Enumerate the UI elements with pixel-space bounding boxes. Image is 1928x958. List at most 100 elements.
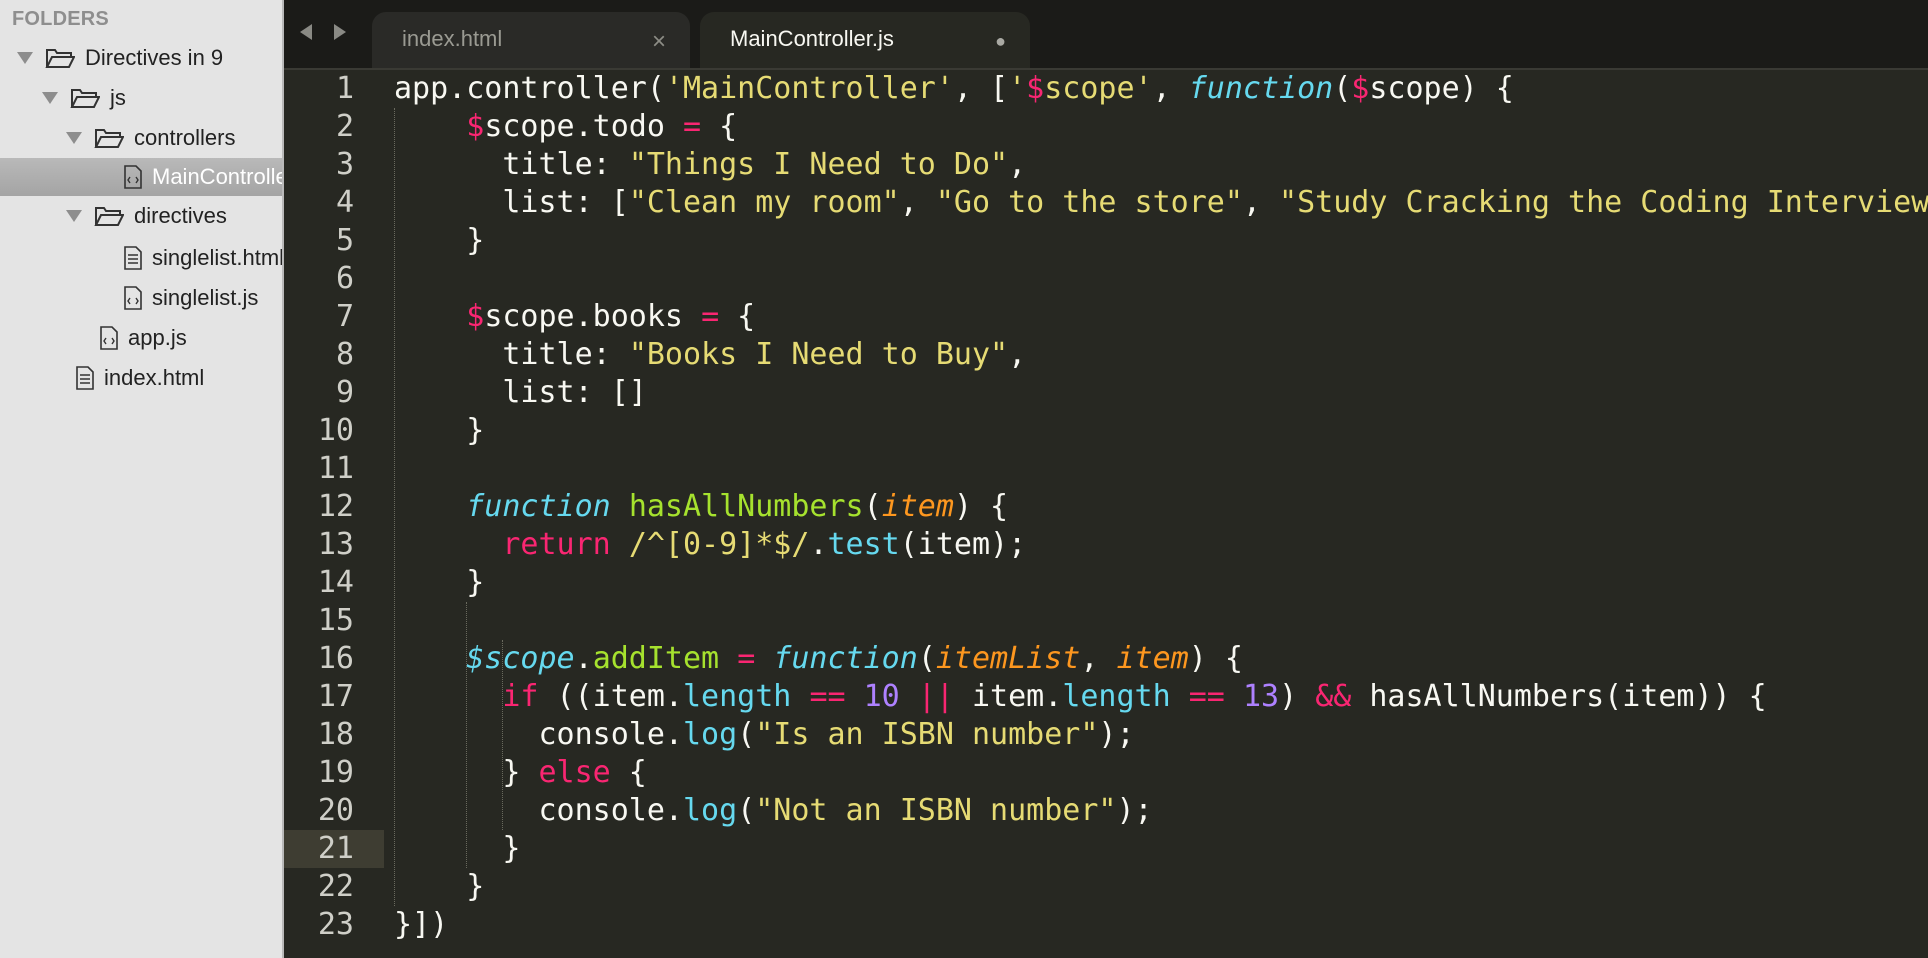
code-token: } [394,869,485,904]
code-token: , [899,185,936,220]
code-token: ) { [1188,641,1243,676]
code-line[interactable]: $scope.todo = { [394,108,737,146]
code-line[interactable]: } else { [394,754,647,792]
line-number: 23 [317,907,354,942]
disclosure-triangle-icon[interactable] [66,210,84,222]
code-line[interactable]: }]) [394,906,448,944]
line-number: 1 [335,71,354,106]
code-token: ( [863,489,882,524]
line-number-gutter: 1 2 3 4 5 6 7 8 9 10 11 12 13 14 15 16 17 18 19 20 21 22 23 [284,70,384,958]
code-editor[interactable]: 1 2 3 4 5 6 7 8 9 10 11 12 13 14 15 16 17 18 19 20 21 22 23 ap… [284,70,1928,958]
code-token: }]) [394,907,449,942]
code-line[interactable]: return /^[0-9]*$/.test(item); [394,526,1026,564]
code-token: . [809,527,828,562]
code-token: , [1008,337,1027,372]
nav-forward-icon[interactable] [332,24,346,45]
line-number: 6 [335,261,354,296]
line-number: 14 [317,565,354,600]
keyword-token: $ [1351,71,1370,106]
code-line[interactable]: list: [] [394,374,647,412]
disclosure-triangle-icon[interactable] [66,132,84,144]
line-number: 19 [317,755,354,790]
number-token: 13 [1242,679,1280,714]
tree-file-singlelist-js[interactable]: singlelist.js [0,279,282,317]
code-token: item. [953,679,1063,714]
disclosure-triangle-icon[interactable] [42,92,60,104]
line-number: 11 [317,451,354,486]
tree-folder-js[interactable]: js [0,79,282,117]
disclosure-triangle-icon[interactable] [17,52,35,64]
line-number: 7 [335,299,354,334]
tree-item-label: controllers [134,125,236,150]
unsaved-dot-icon[interactable]: ● [995,31,1006,52]
keyword-token: $ [1026,71,1045,106]
folders-header: FOLDERS [12,8,109,30]
keyword-token: == [809,679,846,714]
tree-file-app-js[interactable]: app.js [0,319,282,357]
code-token: scope) { [1369,71,1514,106]
code-token: console. [394,717,683,752]
code-line[interactable]: $scope.books = { [394,298,755,336]
line-number: 10 [317,413,354,448]
code-line[interactable]: app.controller('MainController', ['$scop… [394,70,1514,108]
builtin-token: test [827,527,900,562]
sidebar: FOLDERS Directives in 9 js controllers M… [0,0,284,958]
number-token: 10 [863,679,900,714]
tree-item-label: singlelist.html [152,245,284,270]
code-line[interactable]: } [394,564,484,602]
builtin-token: length [683,679,792,714]
tree-file-index-html[interactable]: index.html [0,359,282,397]
code-line[interactable]: } [394,222,484,260]
tree-file-singlelist-html[interactable]: singlelist.html [0,239,284,277]
close-icon[interactable]: × [652,28,666,56]
storage-type-token: function [773,641,918,676]
code-line[interactable]: $scope.addItem = function(itemList, item… [394,640,1243,678]
string-token: ' [1008,71,1027,106]
tab-maincontroller-js[interactable]: MainController.js ● [700,12,1030,68]
storage-type-token: $scope [466,641,575,676]
code-token: ( [917,641,936,676]
tab-label: MainController.js [730,26,894,51]
tree-item-label: index.html [104,365,205,390]
line-number: 12 [317,489,354,524]
line-number: 8 [335,337,354,372]
code-line[interactable]: function hasAllNumbers(item) { [394,488,1008,526]
code-token: } [394,755,539,790]
keyword-token: $ [466,109,485,144]
code-line[interactable]: if ((item.length == 10 || item.length ==… [394,678,1767,716]
line-number: 21 [317,831,354,866]
code-token: hasAllNumbers(item)) { [1351,679,1767,714]
tree-item-label: app.js [128,325,187,350]
storage-type-token: function [1188,71,1334,106]
tree-file-maincontroller-js[interactable]: MainController.js [0,158,282,196]
string-token: "Things I Need to Do" [628,147,1009,182]
tab-index-html[interactable]: index.html × [372,12,690,68]
code-line[interactable]: title: "Books I Need to Buy", [394,336,1026,374]
builtin-token: log [682,793,738,828]
line-number: 2 [335,109,354,144]
line-number: 20 [317,793,354,828]
nav-back-icon[interactable] [300,24,314,45]
code-line[interactable]: } [394,868,484,906]
line-number: 4 [335,185,354,220]
tree-folder-directives-in-9[interactable]: Directives in 9 [0,39,282,77]
file-text-icon [124,246,142,270]
folder-open-icon [94,127,124,149]
code-token: { [701,109,738,144]
tree-folder-controllers[interactable]: controllers [0,119,282,157]
parameter-token: itemList [935,641,1081,676]
string-token: "Go to the store" [935,185,1243,220]
code-token: list: [ [394,185,629,220]
code-line[interactable]: list: ["Clean my room", "Go to the store… [394,184,1928,222]
code-line[interactable]: console.log("Not an ISBN number"); [394,792,1152,830]
code-line[interactable]: title: "Things I Need to Do", [394,146,1026,184]
keyword-token: && [1315,679,1352,714]
code-line[interactable]: } [394,412,484,450]
code-line[interactable]: console.log("Is an ISBN number"); [394,716,1134,754]
code-line[interactable]: } [394,830,520,868]
tree-folder-directives[interactable]: directives [0,197,282,235]
